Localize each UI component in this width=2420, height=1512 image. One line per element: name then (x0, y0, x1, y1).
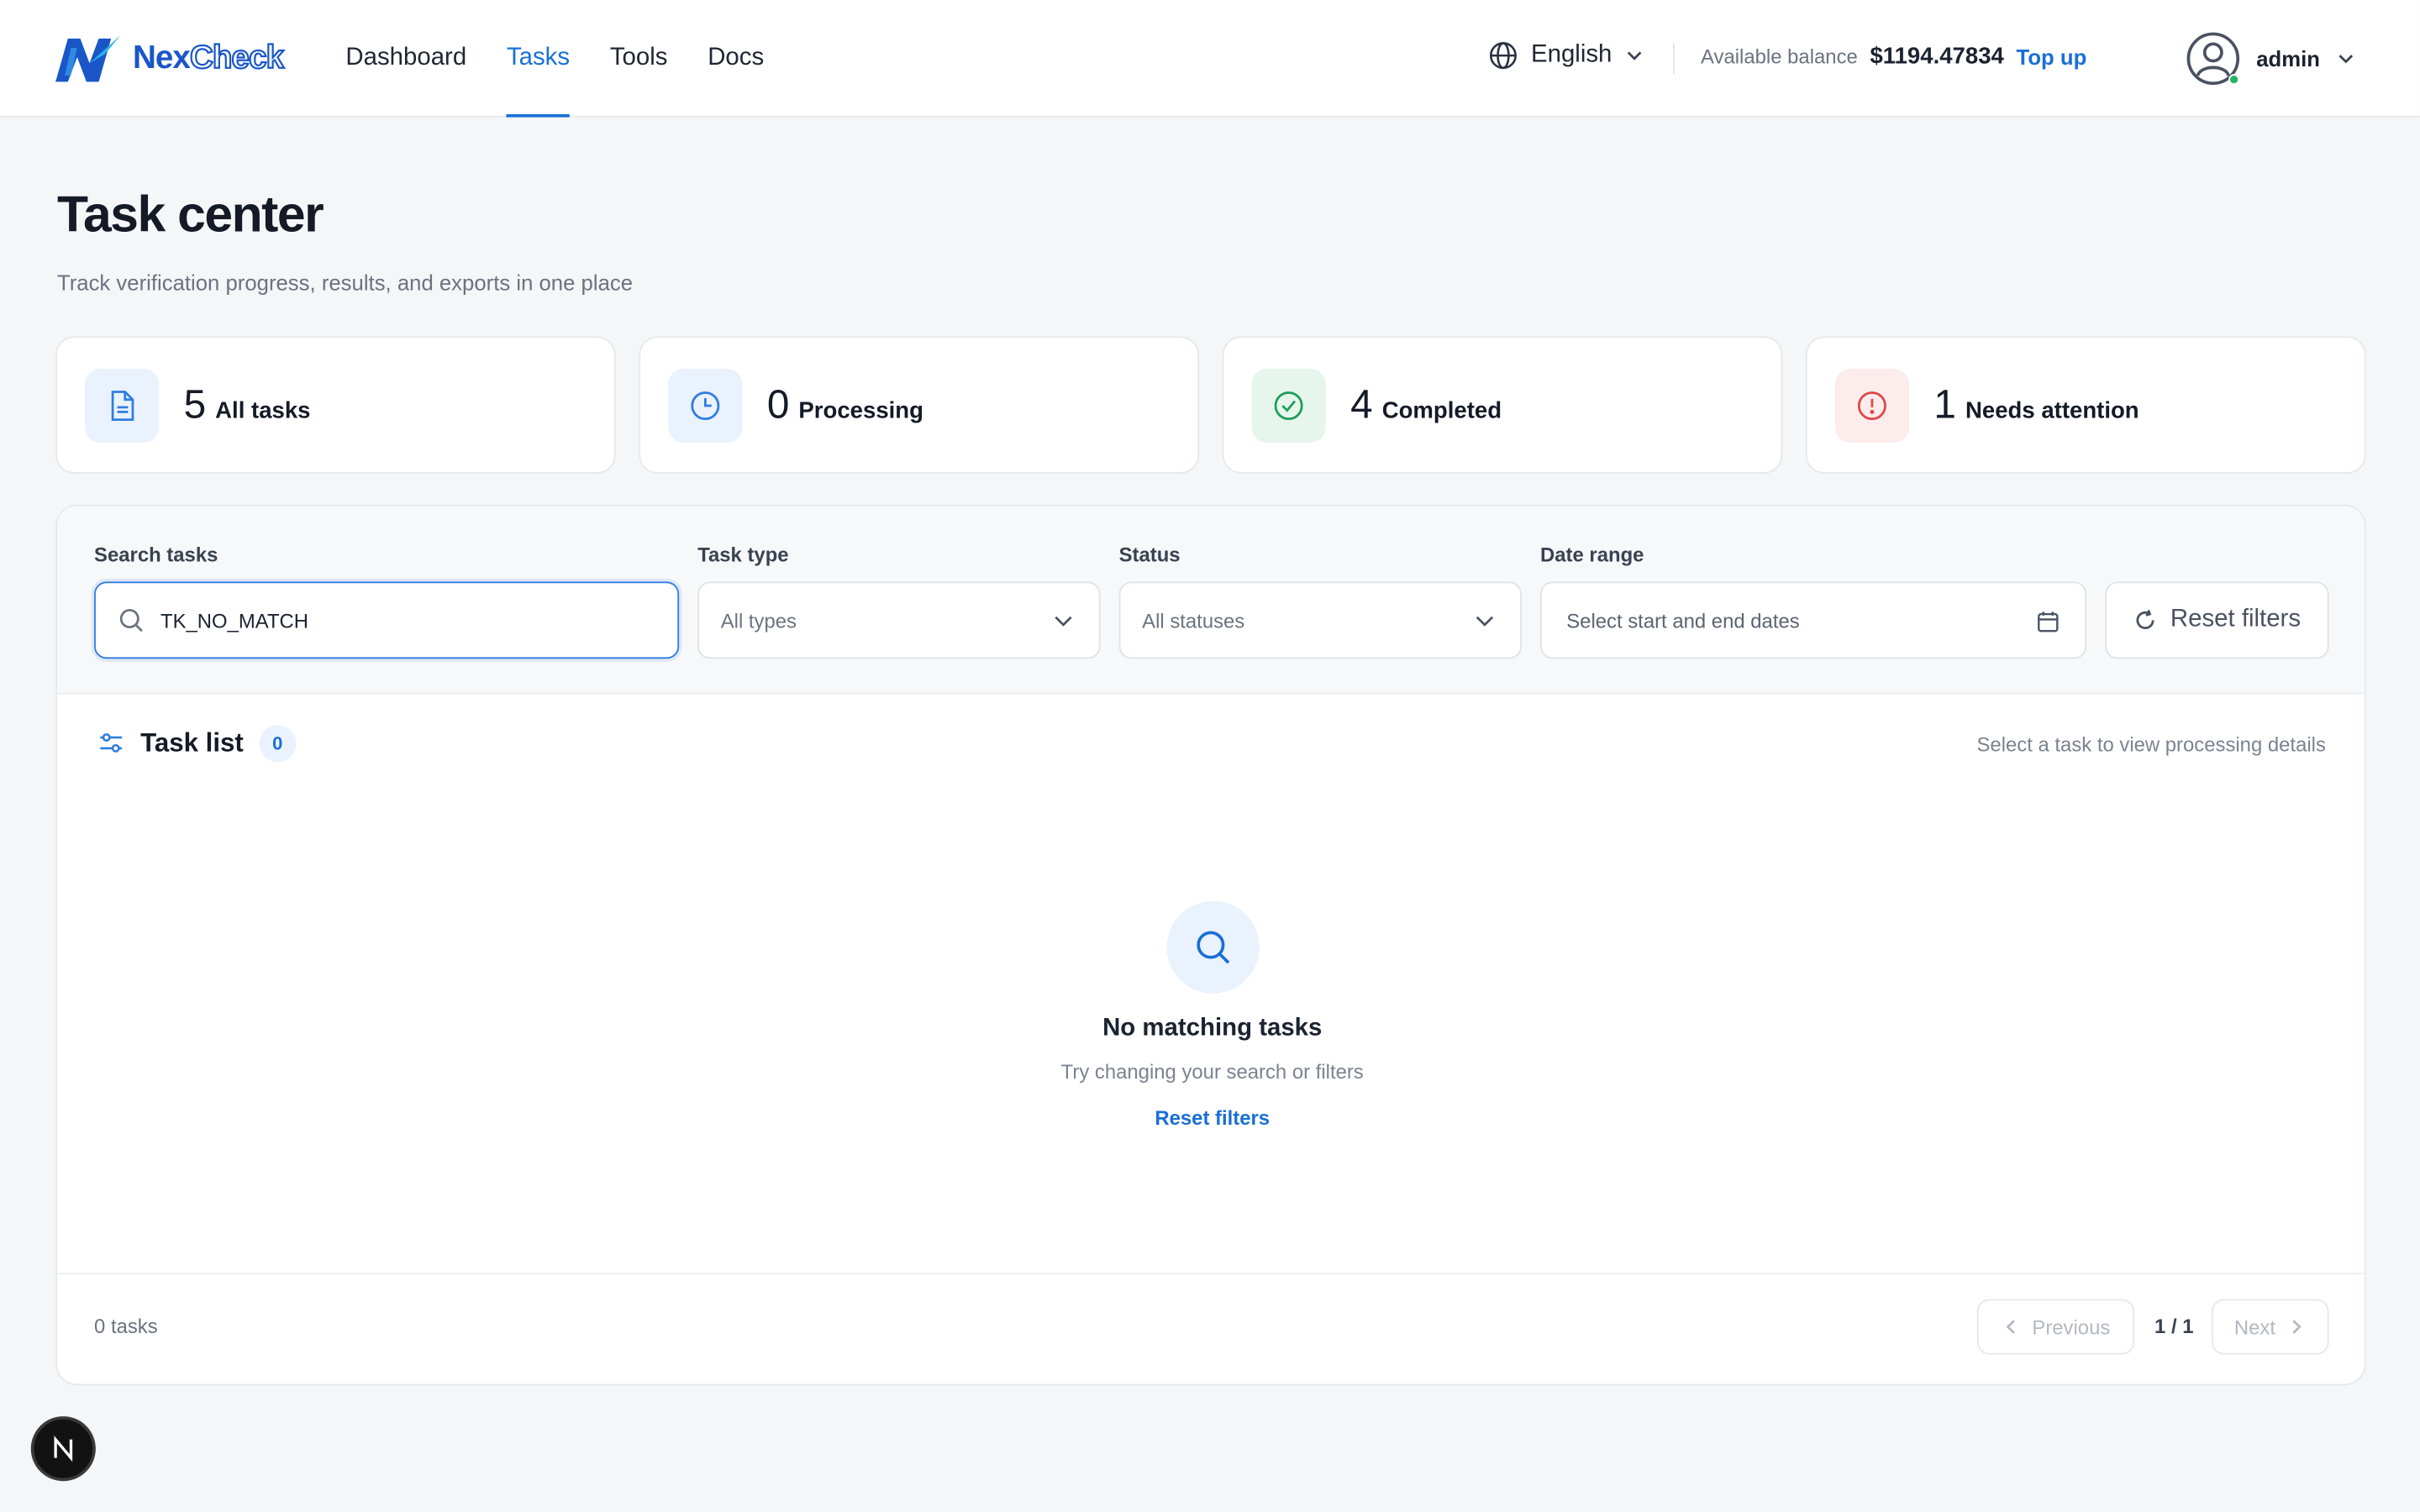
user-menu[interactable]: admin (2186, 31, 2357, 87)
nav-item-tools[interactable]: Tools (610, 0, 668, 118)
logo-mark-icon (55, 35, 121, 82)
filter-bar: Search tasks TK_NO_MATCH Task type All t… (56, 506, 2365, 695)
stat-card-all-tasks[interactable]: 5 All tasks (55, 336, 616, 474)
chevron-down-icon (2338, 55, 2354, 64)
stat-value: 5 (183, 381, 207, 428)
search-input[interactable]: TK_NO_MATCH (94, 581, 680, 659)
stat-label: Needs attention (1965, 397, 2139, 425)
stat-card-processing[interactable]: 0 Processing (639, 336, 1200, 474)
sliders-icon (100, 732, 123, 753)
search-icon (1165, 900, 1259, 994)
chevron-down-icon (1476, 616, 1494, 627)
task-type-label: Task type (697, 543, 789, 567)
stat-value: 4 (1350, 381, 1373, 428)
date-range-picker[interactable]: Select start and end dates (1540, 581, 2087, 659)
brand-name-part2: Check (189, 39, 285, 76)
task-count-badge: 0 (259, 725, 297, 763)
document-icon (85, 368, 160, 444)
date-range-placeholder: Select start and end dates (1566, 608, 1800, 633)
next-label: Next (2233, 1315, 2275, 1339)
chevron-down-icon (1628, 51, 1643, 60)
task-list-header: Task list 0 (97, 725, 297, 763)
search-value: TK_NO_MATCH (160, 608, 309, 633)
chevron-down-icon (1055, 616, 1072, 627)
task-list-hint: Select a task to view processing details (1976, 732, 2326, 756)
total-count: 0 tasks (94, 1314, 158, 1338)
next-page-button[interactable]: Next (2211, 1299, 2329, 1355)
balance-amount: $1194.47834 (1870, 43, 2004, 70)
empty-state: No matching tasks Try changing your sear… (57, 900, 2365, 1133)
nav-item-tasks[interactable]: Tasks (506, 0, 570, 118)
alert-circle-icon (1834, 368, 1909, 444)
language-selector[interactable]: English (1488, 40, 1646, 71)
stat-card-completed[interactable]: 4 Completed (1222, 336, 1783, 474)
nav-item-dashboard[interactable]: Dashboard (345, 0, 466, 118)
brand-name-part1: Nex (132, 39, 191, 76)
task-panel: Search tasks TK_NO_MATCH Task type All t… (55, 504, 2366, 1386)
pagination-bar: 0 tasks Previous 1 / 1 Next (56, 1273, 2365, 1383)
top-navbar: NexCheck Dashboard Tasks Tools Docs Engl… (0, 0, 2420, 118)
balance-label: Available balance (1701, 45, 1858, 68)
task-type-select[interactable]: All types (697, 581, 1101, 659)
language-label: English (1531, 41, 1612, 68)
clock-icon (668, 368, 743, 444)
stat-value: 0 (766, 381, 790, 428)
previous-page-button[interactable]: Previous (1976, 1299, 2135, 1355)
page-subtitle: Track verification progress, results, an… (56, 270, 634, 295)
nav-item-docs[interactable]: Docs (708, 0, 764, 118)
header-divider (1672, 43, 1675, 75)
page-title: Task center (56, 185, 324, 243)
reset-filters-button[interactable]: Reset filters (2105, 581, 2329, 659)
globe-icon (1489, 42, 1517, 70)
empty-state-title: No matching tasks (1102, 1015, 1323, 1042)
dev-tools-button[interactable] (30, 1416, 96, 1482)
brand-logo[interactable]: NexCheck (52, 31, 293, 87)
calendar-icon (2038, 612, 2059, 633)
online-status-dot (2228, 74, 2240, 86)
previous-label: Previous (2032, 1315, 2111, 1339)
n-logo-icon (54, 1436, 73, 1462)
stat-label: Processing (798, 397, 923, 425)
top-up-link[interactable]: Top up (2017, 44, 2087, 68)
stat-label: All tasks (215, 397, 311, 425)
date-range-label: Date range (1540, 543, 1644, 567)
stat-value: 1 (1933, 381, 1956, 428)
refresh-icon (2136, 609, 2155, 629)
task-list-title: Task list (140, 727, 244, 758)
chevron-left-icon (2006, 1320, 2015, 1334)
empty-reset-filters-link[interactable]: Reset filters (1155, 1106, 1270, 1130)
reset-filters-label: Reset filters (2170, 606, 2302, 633)
task-type-value: All types (720, 608, 797, 633)
page-indicator: 1 / 1 (2154, 1314, 2194, 1338)
stat-card-needs-attention[interactable]: 1 Needs attention (1805, 336, 2366, 474)
chevron-right-icon (2293, 1320, 2302, 1334)
search-label: Search tasks (94, 543, 218, 567)
status-label: Status (1118, 543, 1181, 567)
main-nav: Dashboard Tasks Tools Docs (345, 0, 764, 118)
avatar (2186, 31, 2241, 87)
status-select[interactable]: All statuses (1118, 581, 1522, 659)
balance-display: Available balance $1194.47834 Top up (1701, 43, 2086, 69)
search-icon (119, 609, 143, 633)
username: admin (2256, 46, 2320, 71)
status-value: All statuses (1142, 608, 1245, 633)
stat-label: Completed (1381, 397, 1502, 425)
check-circle-icon (1251, 368, 1326, 444)
empty-state-subtitle: Try changing your search or filters (1060, 1059, 1364, 1084)
